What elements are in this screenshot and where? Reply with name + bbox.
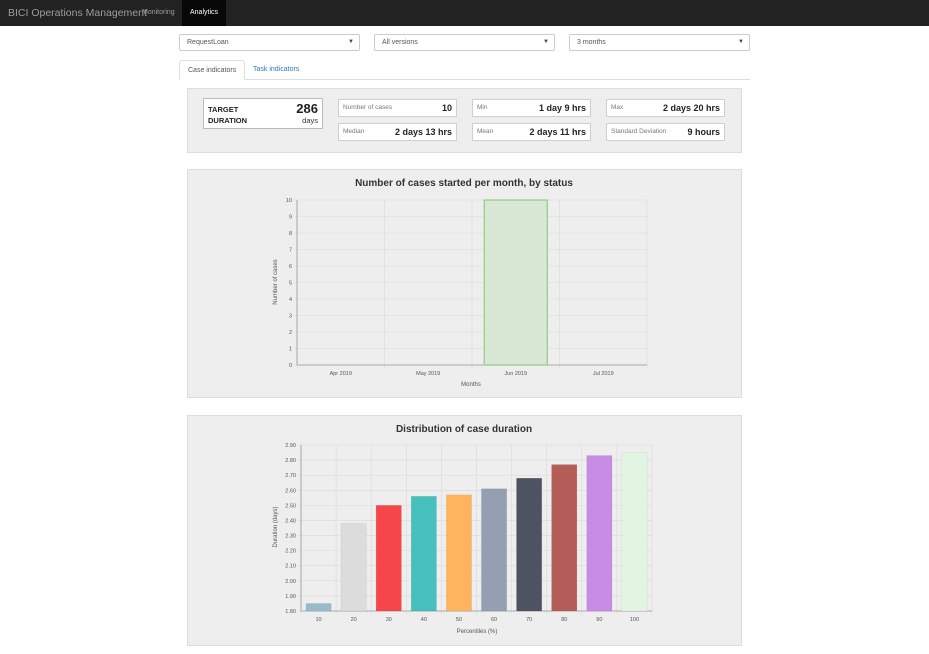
- process-select[interactable]: RequestLoan ▼: [179, 34, 360, 51]
- kpi-label: Standard Deviation: [611, 128, 667, 135]
- kpi-label: Mean: [477, 128, 494, 135]
- kpi-value: 1 day 9 hrs: [538, 103, 586, 113]
- x-tick-label: 30: [386, 617, 392, 623]
- kpi-number-of-cases: Number of cases 10: [338, 99, 457, 117]
- bar-20: [340, 523, 367, 612]
- kpi-max: Max 2 days 20 hrs: [606, 99, 725, 117]
- app-brand[interactable]: BICI Operations Management: [8, 0, 147, 26]
- y-tick-label: 8: [289, 231, 292, 237]
- x-axis-label: Months: [461, 382, 481, 388]
- y-axis-label: Duration (days): [273, 506, 279, 547]
- x-axis-label: Percentiles (%): [457, 629, 498, 635]
- period-select-value: 3 months: [577, 39, 606, 46]
- nav-tab-analytics[interactable]: Analytics: [182, 0, 227, 26]
- kpi-value: 2 days 11 hrs: [529, 127, 586, 137]
- process-select-value: RequestLoan: [187, 39, 229, 46]
- target-duration-value: 286: [296, 101, 318, 116]
- bar-40: [410, 496, 437, 612]
- y-tick-label: 3: [289, 314, 292, 320]
- kpi-min: Min 1 day 9 hrs: [472, 99, 591, 117]
- x-tick-label: 50: [456, 617, 462, 623]
- kpi-value: 2 days 20 hrs: [662, 103, 720, 113]
- bar-jun-2019: [483, 199, 548, 366]
- kpi-label: Min: [477, 104, 488, 111]
- y-tick-label: 2.20: [285, 549, 296, 555]
- x-tick-label: 60: [491, 617, 497, 623]
- kpi-label: Median: [343, 128, 365, 135]
- x-tick-label: 100: [630, 617, 639, 623]
- y-axis-label: Number of cases: [273, 259, 279, 304]
- kpi-standard-deviation: Standard Deviation 9 hours: [606, 123, 725, 141]
- kpi-median: Median 2 days 13 hrs: [338, 123, 457, 141]
- x-tick-label: Jul 2019: [593, 371, 614, 377]
- target-duration-unit: days: [302, 116, 318, 125]
- target-duration-label: TARGET DURATION: [208, 105, 248, 125]
- tab-task-indicators[interactable]: Task indicators: [245, 60, 307, 80]
- x-tick-label: 10: [315, 617, 321, 623]
- kpi-label: Number of cases: [343, 104, 393, 111]
- bar-50: [446, 494, 472, 612]
- y-tick-label: 6: [289, 264, 292, 270]
- y-tick-label: 2.50: [285, 503, 296, 509]
- y-tick-label: 1: [289, 347, 292, 353]
- version-select[interactable]: All versions ▼: [374, 34, 555, 51]
- x-tick-label: 90: [596, 617, 602, 623]
- case-duration-chart: Distribution of case duration 1.80 1.90 2.…: [273, 424, 653, 635]
- target-duration-card: TARGET DURATION 286 days: [203, 98, 323, 129]
- bar-10: [305, 603, 332, 612]
- x-tick-label: May 2019: [416, 371, 440, 377]
- y-tick-label: 2.70: [285, 473, 296, 479]
- x-tick-label: Apr 2019: [330, 371, 352, 377]
- x-tick-label: 20: [351, 617, 357, 623]
- y-tick-label: 1.90: [285, 594, 296, 600]
- chevron-down-icon: ▼: [348, 39, 354, 45]
- y-tick-label: 2.40: [285, 518, 296, 524]
- bar-70: [516, 477, 543, 612]
- cases-per-month-chart: Number of cases started per month, by st…: [273, 178, 648, 388]
- kpi-mean: Mean 2 days 11 hrs: [472, 123, 591, 141]
- x-tick-label: Jun 2019: [504, 371, 527, 377]
- y-tick-label: 2.30: [285, 534, 296, 540]
- kpi-value: 2 days 13 hrs: [394, 127, 452, 137]
- chevron-down-icon: ▼: [738, 39, 744, 45]
- y-tick-label: 7: [289, 248, 292, 254]
- bar-90: [586, 455, 613, 612]
- y-tick-label: 2: [289, 330, 292, 336]
- y-tick-label: 2.10: [285, 564, 296, 570]
- kpi-label: Max: [611, 104, 624, 111]
- chevron-down-icon: ▼: [543, 39, 549, 45]
- tab-case-indicators[interactable]: Case indicators: [179, 60, 246, 80]
- bar-80: [551, 464, 578, 612]
- y-tick-label: 2.90: [285, 443, 296, 449]
- version-select-value: All versions: [382, 39, 418, 46]
- kpi-value: 9 hours: [687, 127, 720, 137]
- y-tick-label: 1.80: [285, 609, 296, 615]
- bar-60: [481, 488, 507, 612]
- y-tick-label: 0: [289, 363, 292, 369]
- y-tick-label: 5: [289, 281, 292, 287]
- x-tick-label: 80: [561, 617, 567, 623]
- kpi-value: 10: [441, 103, 452, 113]
- y-tick-label: 2.80: [285, 458, 296, 464]
- bar-100: [621, 452, 648, 612]
- chart-title: Number of cases started per month, by st…: [355, 178, 573, 189]
- y-tick-label: 2.60: [285, 488, 296, 494]
- y-tick-label: 10: [286, 198, 292, 204]
- y-tick-label: 2.00: [285, 579, 296, 585]
- y-tick-label: 4: [289, 297, 292, 303]
- x-tick-label: 70: [526, 617, 532, 623]
- chart-title: Distribution of case duration: [396, 424, 532, 435]
- top-navbar: BICI Operations Management Monitoring An…: [0, 0, 929, 26]
- period-select[interactable]: 3 months ▼: [569, 34, 750, 51]
- x-tick-label: 40: [421, 617, 427, 623]
- y-tick-label: 9: [289, 215, 292, 221]
- bar-30: [375, 505, 402, 612]
- nav-tab-monitoring[interactable]: Monitoring: [134, 0, 183, 26]
